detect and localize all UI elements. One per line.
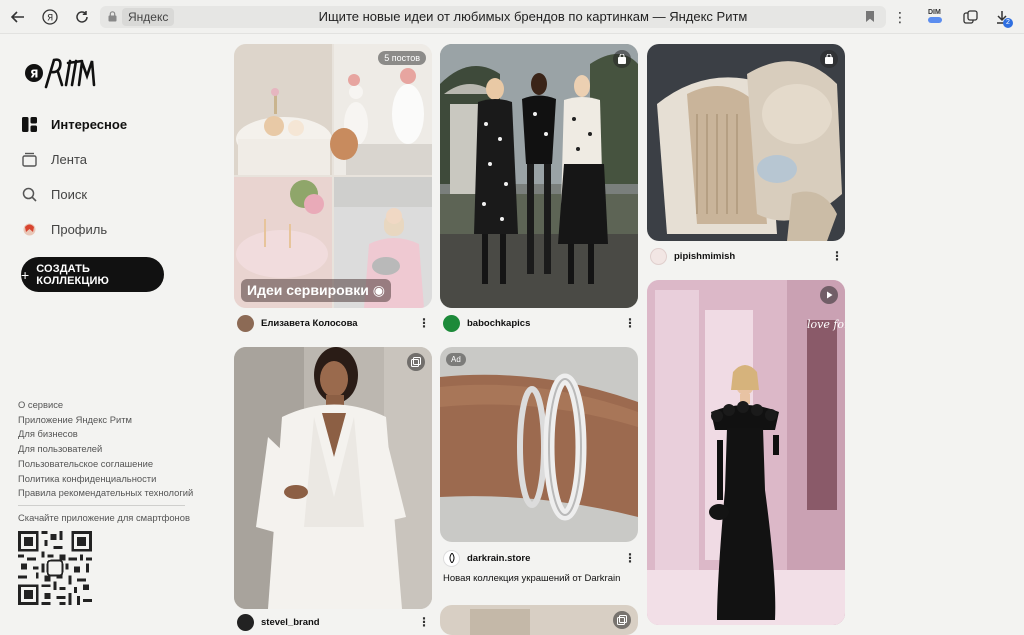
footer-link-users[interactable]: Для пользователей: [18, 442, 198, 457]
card-black-gown[interactable]: love forever: [647, 280, 845, 625]
nav-interesting[interactable]: Интересное: [21, 113, 127, 135]
nav-label: Лента: [51, 151, 87, 167]
more-options-icon[interactable]: ⋮: [831, 249, 843, 263]
footer-divider: [18, 505, 185, 506]
card-serving-ideas[interactable]: 5 постов Идеи сервировки ◉: [234, 44, 432, 308]
avatar: [650, 247, 667, 265]
svg-text:Я: Я: [30, 68, 38, 81]
more-options-icon[interactable]: ⋮: [624, 316, 636, 330]
posts-count-badge: 5 постов: [378, 51, 426, 65]
card-caption: Новая коллекция украшений от Darkrain: [443, 573, 621, 584]
footer-link-about[interactable]: О сервисе: [18, 398, 198, 413]
gallery-icon: [613, 611, 631, 629]
browser-toolbar: Я Яндекс Ищите новые идеи от любимых бре…: [0, 0, 1024, 34]
plus-icon: +: [21, 266, 30, 283]
footer-link-app[interactable]: Приложение Яндекс Ритм: [18, 413, 198, 428]
white-suit-image: [234, 347, 432, 609]
create-collection-label: СОЗДАТЬ КОЛЛЕКЦИЮ: [36, 262, 109, 287]
extension-icon[interactable]: [960, 7, 980, 27]
card-author[interactable]: darkrain.store: [443, 548, 530, 568]
author-name: babochkapics: [467, 317, 531, 329]
card-author[interactable]: pipishmimish: [650, 246, 735, 266]
avatar: [237, 613, 254, 631]
sidebar: Я Интересное Лента Поиск Профиль + СОЗДА…: [0, 34, 200, 623]
address-bar[interactable]: Яндекс Ищите новые идеи от любимых бренд…: [100, 6, 886, 28]
create-collection-button[interactable]: + СОЗДАТЬ КОЛЛЕКЦИЮ: [21, 257, 164, 292]
search-icon: [21, 186, 37, 202]
card-author[interactable]: Елизавета Колосова: [237, 313, 358, 333]
author-name: darkrain.store: [467, 552, 531, 564]
card-author[interactable]: babochkapics: [443, 313, 530, 333]
qr-code: [18, 531, 92, 605]
nav-label: Интересное: [51, 116, 128, 132]
knitwear-image: [647, 44, 845, 241]
footer-link-terms[interactable]: Пользовательское соглашение: [18, 457, 198, 472]
serving-collage-image: [234, 44, 432, 308]
bookmark-icon[interactable]: [866, 11, 874, 22]
author-name: Елизавета Колосова: [261, 317, 358, 329]
author-name: stevel_brand: [261, 616, 320, 628]
card-white-suit[interactable]: [234, 347, 432, 609]
card-polka-dots[interactable]: [440, 44, 638, 308]
nav-search[interactable]: Поиск: [21, 183, 87, 205]
dim-label: DIM: [928, 9, 941, 16]
shopping-bag-icon: [820, 50, 838, 68]
yandex-icon[interactable]: Я: [40, 7, 60, 27]
nav-profile[interactable]: Профиль: [21, 218, 107, 240]
nav-label: Профиль: [51, 221, 108, 237]
feed-icon: [21, 151, 37, 167]
browser-menu-icon[interactable]: ⋮: [890, 7, 910, 27]
address-domain: Яндекс: [122, 8, 175, 26]
polka-dot-dresses-image: [440, 44, 638, 308]
lock-icon: [108, 11, 117, 22]
card-author[interactable]: stevel_brand: [237, 612, 320, 632]
nav-feed[interactable]: Лента: [21, 148, 87, 170]
more-options-icon[interactable]: ⋮: [418, 316, 430, 330]
nav-label: Поиск: [51, 186, 88, 202]
app-download-text[interactable]: Скачайте приложение для смартфонов: [18, 512, 190, 523]
avatar: [443, 549, 460, 567]
svg-text:Я: Я: [47, 14, 53, 24]
footer-link-privacy[interactable]: Политика конфиденциальности: [18, 472, 198, 487]
back-arrow-icon[interactable]: [8, 7, 28, 27]
black-gown-image: love forever: [647, 280, 845, 625]
footer-links: О сервисе Приложение Яндекс Ритм Для биз…: [18, 398, 198, 501]
ad-badge: Ad: [446, 353, 466, 366]
footer-link-recommendation-rules[interactable]: Правила рекомендательных технологий: [18, 486, 198, 501]
more-options-icon[interactable]: ⋮: [418, 615, 430, 629]
video-play-icon: [820, 286, 838, 304]
more-options-icon[interactable]: ⋮: [624, 551, 636, 565]
card-bracelet-ad[interactable]: Ad: [440, 347, 638, 542]
partial-card-image: [440, 605, 638, 635]
author-name: pipishmimish: [674, 250, 736, 262]
collection-title-label: Идеи сервировки ◉: [241, 279, 392, 302]
avatar: [237, 314, 254, 332]
bracelet-image: [440, 347, 638, 542]
watermark-love: love forever: [807, 318, 845, 331]
page-title: Ищите новые идеи от любимых брендов по к…: [318, 9, 748, 24]
avatar: [443, 314, 460, 332]
shopping-bag-icon: [613, 50, 631, 68]
footer-link-business[interactable]: Для бизнесов: [18, 427, 198, 442]
dim-extension-icon[interactable]: DIM: [928, 9, 942, 23]
yandex-ritm-logo[interactable]: Я: [24, 54, 98, 92]
card-knitwear[interactable]: [647, 44, 845, 241]
gallery-icon: [407, 353, 425, 371]
profile-icon: [21, 221, 37, 237]
reload-icon[interactable]: [72, 7, 92, 27]
downloads-count-badge: 2: [1003, 18, 1013, 28]
grid-icon: [21, 116, 37, 132]
card-partial[interactable]: [440, 605, 638, 635]
